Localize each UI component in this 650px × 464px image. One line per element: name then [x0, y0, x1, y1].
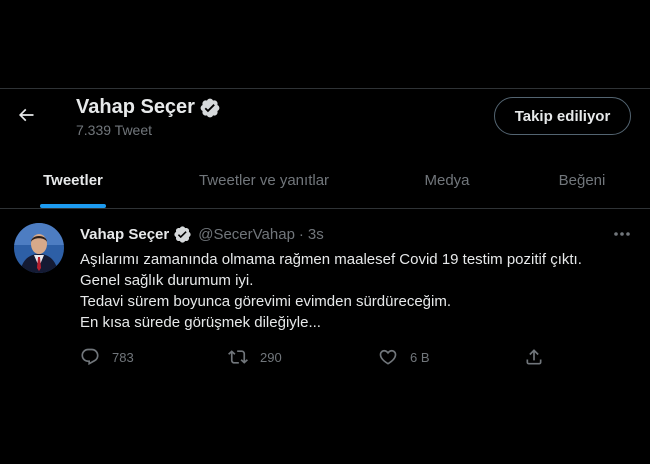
tweet[interactable]: Vahap Seçer @SecerVahap · 3s Aşılarımı z… — [0, 209, 650, 389]
more-options-button[interactable] — [610, 225, 634, 243]
tweet-text: Aşılarımı zamanında olmama rağmen maales… — [80, 249, 635, 333]
profile-header: Vahap Seçer 7.339 Tweet Takip ediliyor — [0, 89, 650, 149]
tweet-line: Aşılarımı zamanında olmama rağmen maales… — [80, 251, 582, 268]
tab-tweets-and-replies[interactable]: Tweetler ve yanıtlar — [176, 152, 352, 208]
profile-name: Vahap Seçer — [76, 96, 195, 118]
tweet-handle[interactable]: @SecerVahap — [198, 226, 295, 243]
share-icon — [526, 349, 542, 365]
verified-badge-icon — [200, 98, 220, 117]
tweet-line: Genel sağlık durumum iyi. — [80, 272, 254, 289]
avatar[interactable] — [14, 223, 64, 273]
arrow-left-icon — [18, 108, 34, 122]
tab-tweets[interactable]: Tweetler — [40, 152, 106, 208]
separator-dot: · — [298, 226, 304, 243]
verified-badge-icon — [174, 226, 191, 243]
retweet-icon — [228, 350, 248, 364]
reply-count: 783 — [112, 349, 134, 365]
like-count: 6 B — [410, 349, 430, 365]
following-button[interactable]: Takip ediliyor — [494, 97, 631, 135]
retweet-count: 290 — [260, 349, 282, 365]
more-dots-icon — [614, 232, 630, 236]
reply-button[interactable]: 783 — [80, 347, 134, 367]
tweet-line: Tedavi sürem boyunca görevimi evimden sü… — [80, 293, 452, 310]
tweet-timestamp[interactable]: 3s — [308, 226, 324, 243]
tweet-actions: 783 290 6 B — [80, 347, 560, 369]
reply-icon — [81, 348, 99, 366]
tweet-count: 7.339 Tweet — [76, 122, 153, 138]
like-button[interactable]: 6 B — [378, 347, 430, 367]
tweet-author[interactable]: Vahap Seçer — [80, 226, 169, 243]
heart-icon — [379, 349, 397, 365]
tweet-header: Vahap Seçer @SecerVahap · 3s — [80, 225, 324, 244]
profile-tabs: Tweetler Tweetler ve yanıtlar Medya Beğe… — [0, 152, 650, 208]
tweet-line: En kısa sürede görüşmek dileğiyle... — [80, 314, 321, 331]
avatar-photo — [14, 223, 64, 273]
profile-name-row: Vahap Seçer — [76, 96, 221, 119]
back-button[interactable] — [10, 99, 42, 131]
retweet-button[interactable]: 290 — [228, 347, 282, 367]
share-button[interactable] — [524, 347, 544, 367]
tab-likes[interactable]: Beğeni — [548, 152, 616, 208]
tab-media[interactable]: Medya — [410, 152, 484, 208]
